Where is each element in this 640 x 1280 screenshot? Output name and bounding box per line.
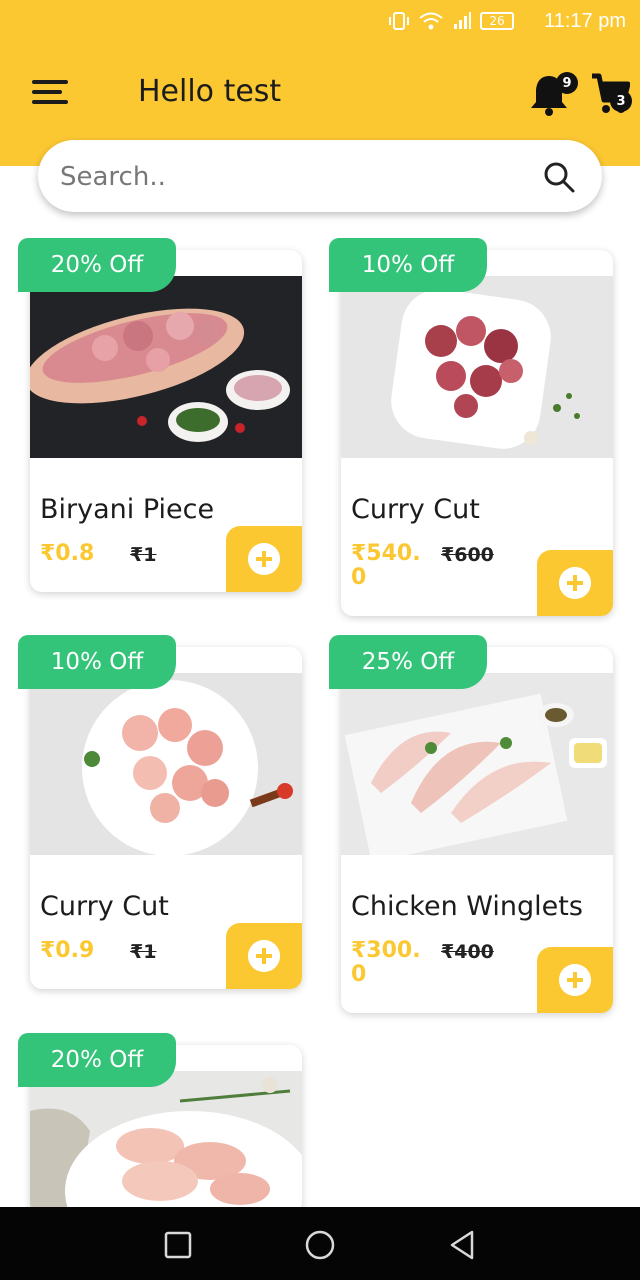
status-bar: 26 11:17 pm [0,0,640,44]
plus-icon [559,567,591,599]
vibrate-icon [389,12,409,30]
product-mrp: ₹600 [441,544,494,566]
battery-icon: 26 [480,12,514,30]
discount-badge: 25% Off [329,635,487,689]
add-to-cart-button[interactable] [226,526,302,592]
product-name: Curry Cut [351,494,480,525]
product-card[interactable]: Chicken Winglets ₹300.0 ₹400 [341,647,613,1013]
product-name: Curry Cut [40,891,169,922]
back-button[interactable] [448,1229,476,1261]
product-image [30,276,302,458]
product-mrp: ₹1 [130,544,157,566]
status-time: 11:17 pm [544,10,626,32]
battery-level: 26 [489,14,505,28]
search-input[interactable] [58,150,522,204]
product-mrp: ₹1 [130,941,157,963]
product-image [30,673,302,855]
add-to-cart-button[interactable] [226,923,302,989]
page-title: Hello test [138,74,282,109]
product-image [30,1071,302,1215]
home-button[interactable] [304,1229,336,1261]
product-price: ₹300.0 [351,938,421,987]
product-image [341,673,613,855]
product-card[interactable]: Biryani Piece ₹0.8 ₹1 [30,250,302,592]
plus-icon [559,964,591,996]
product-card[interactable]: Curry Cut ₹540.0 ₹600 [341,250,613,616]
cart-button[interactable]: 3 [590,72,634,116]
cart-badge: 3 [610,90,632,112]
product-price: ₹540.0 [351,541,421,590]
search-icon[interactable] [542,160,576,194]
discount-badge: 10% Off [329,238,487,292]
discount-badge: 10% Off [18,635,176,689]
signal-icon [454,12,471,29]
product-name: Chicken Winglets [351,891,583,922]
recent-apps-button[interactable] [164,1231,192,1259]
status-icons: 26 [388,10,514,32]
product-card[interactable]: Curry Cut ₹0.9 ₹1 [30,647,302,989]
wifi-icon [419,12,443,30]
product-mrp: ₹400 [441,941,494,963]
discount-badge: 20% Off [18,1033,176,1087]
add-to-cart-button[interactable] [537,550,613,616]
system-navigation-bar [0,1207,640,1280]
discount-badge: 20% Off [18,238,176,292]
product-name: Biryani Piece [40,494,215,525]
menu-icon[interactable] [32,80,68,106]
search-bar [38,140,602,212]
notification-button[interactable]: 9 [528,72,578,116]
add-to-cart-button[interactable] [537,947,613,1013]
notification-badge: 9 [556,72,578,94]
plus-icon [248,543,280,575]
product-price: ₹0.9 [40,938,95,963]
plus-icon [248,940,280,972]
product-image [341,276,613,458]
product-price: ₹0.8 [40,541,95,566]
